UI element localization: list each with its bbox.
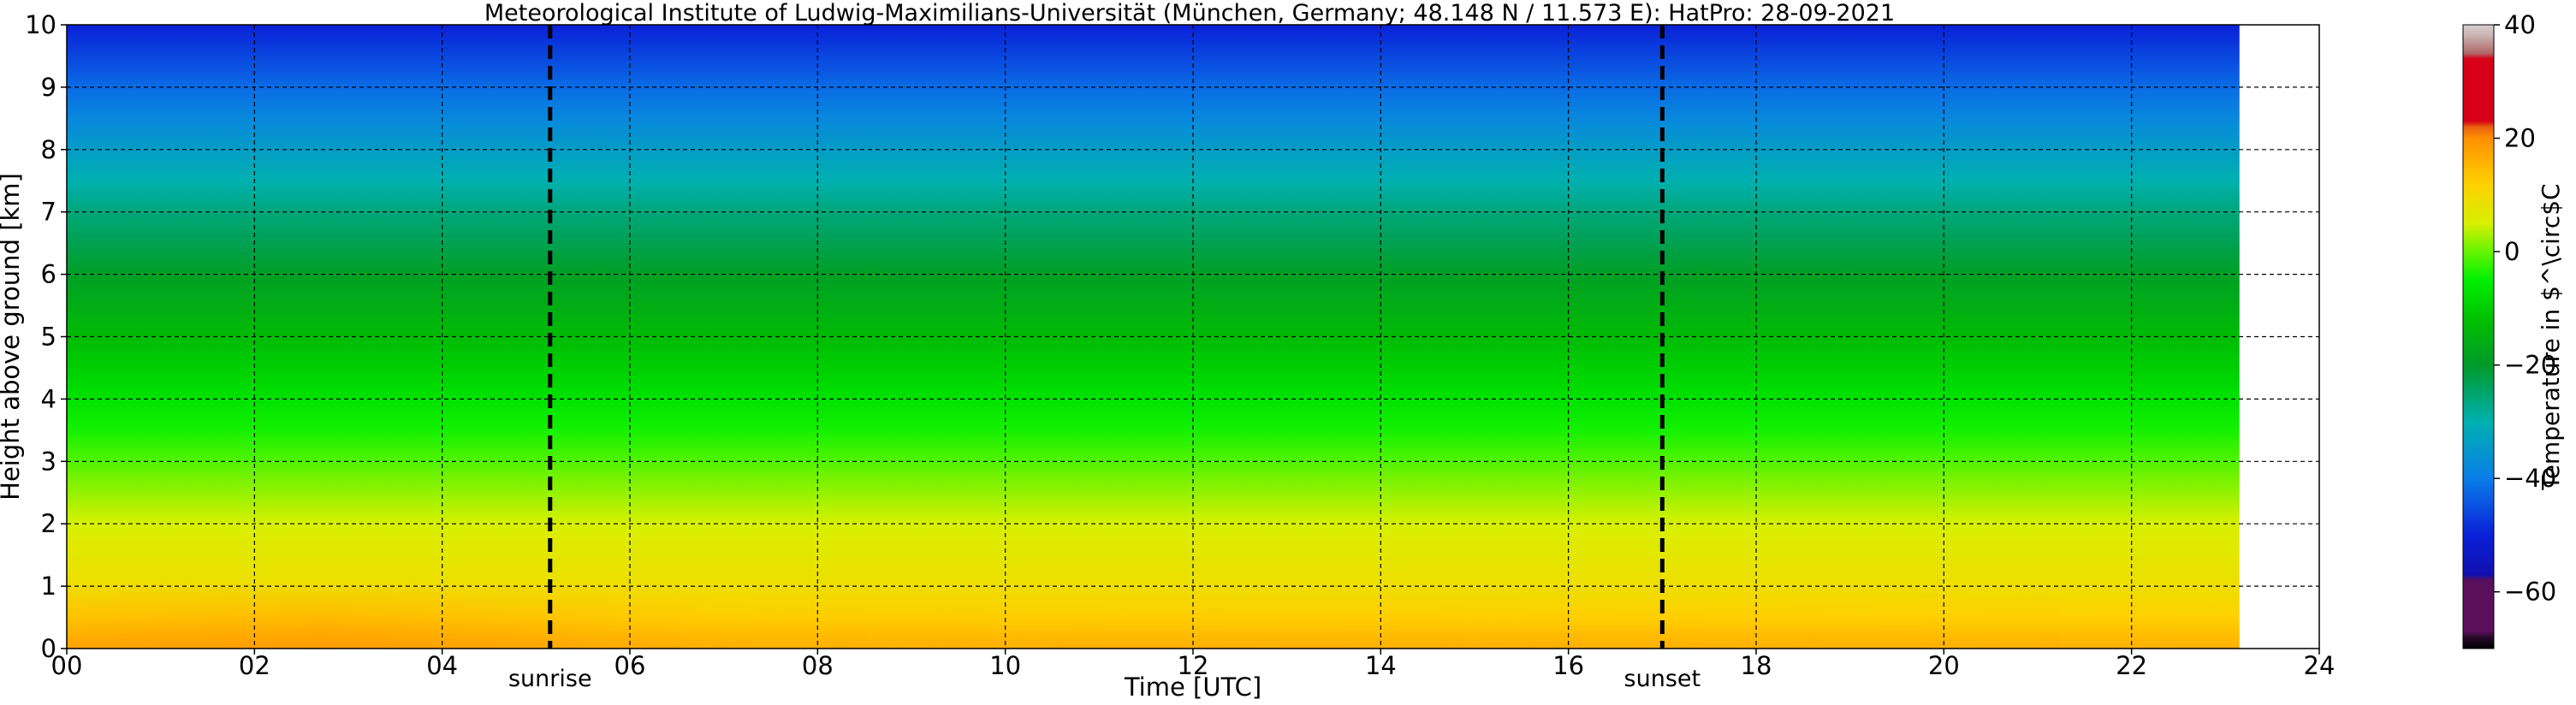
plot-area: 00 02 04 06 08 10 12 14 16 18 20 22 24 012345678910 … (25, 10, 2335, 692)
surface-warm-band (67, 582, 2240, 649)
colorbar-tick-label: 0 (2504, 237, 2520, 266)
x-tick-label: 18 (1741, 651, 1772, 680)
x-tick-label: 02 (239, 651, 270, 680)
y-tick-label: 7 (41, 198, 56, 227)
colorbar-gradient (2463, 25, 2494, 649)
y-tick-label: 4 (41, 384, 56, 413)
temperature-heatmap-chart: Meteorological Institute of Ludwig-Maxim… (0, 0, 2565, 702)
y-tick-label: 6 (41, 260, 56, 289)
chart-title: Meteorological Institute of Ludwig-Maxim… (484, 0, 1895, 27)
y-tick-label: 8 (41, 135, 56, 164)
y-tick-label: 3 (41, 447, 56, 476)
x-tick-label: 06 (614, 651, 646, 680)
colorbar-label: Temperature in $^\circ$C (2537, 183, 2565, 490)
x-tick-label: 24 (2304, 651, 2336, 680)
y-tick-label: 0 (41, 634, 56, 663)
x-axis-label: Time [UTC] (1124, 672, 1261, 702)
y-tick-label: 2 (41, 509, 56, 538)
x-tick-label: 22 (2116, 651, 2147, 680)
y-tick-label: 10 (25, 10, 56, 39)
colorbar-tick-label: −60 (2504, 578, 2556, 607)
y-tick-label: 1 (41, 572, 56, 601)
colorbar-tick-label: 40 (2504, 10, 2536, 39)
y-axis-ticks: 0 1 2 3 4 5 6 7 8 9 10 (25, 10, 67, 663)
y-tick-label: 5 (41, 323, 56, 352)
x-tick-label: 20 (1928, 651, 1960, 680)
colorbar-tick-label: 20 (2504, 124, 2536, 153)
sunrise-label: sunrise (508, 666, 592, 692)
x-tick-label: 16 (1552, 651, 1584, 680)
x-tick-label: 14 (1365, 651, 1397, 680)
x-tick-label: 10 (989, 651, 1021, 680)
x-tick-label: 04 (426, 651, 458, 680)
x-tick-label: 08 (802, 651, 834, 680)
annotation-labels: sunrise sunset (508, 666, 1701, 692)
y-axis-label: Height above ground [km] (0, 173, 25, 501)
y-tick-label: 9 (41, 73, 56, 102)
sunset-label: sunset (1624, 666, 1701, 692)
